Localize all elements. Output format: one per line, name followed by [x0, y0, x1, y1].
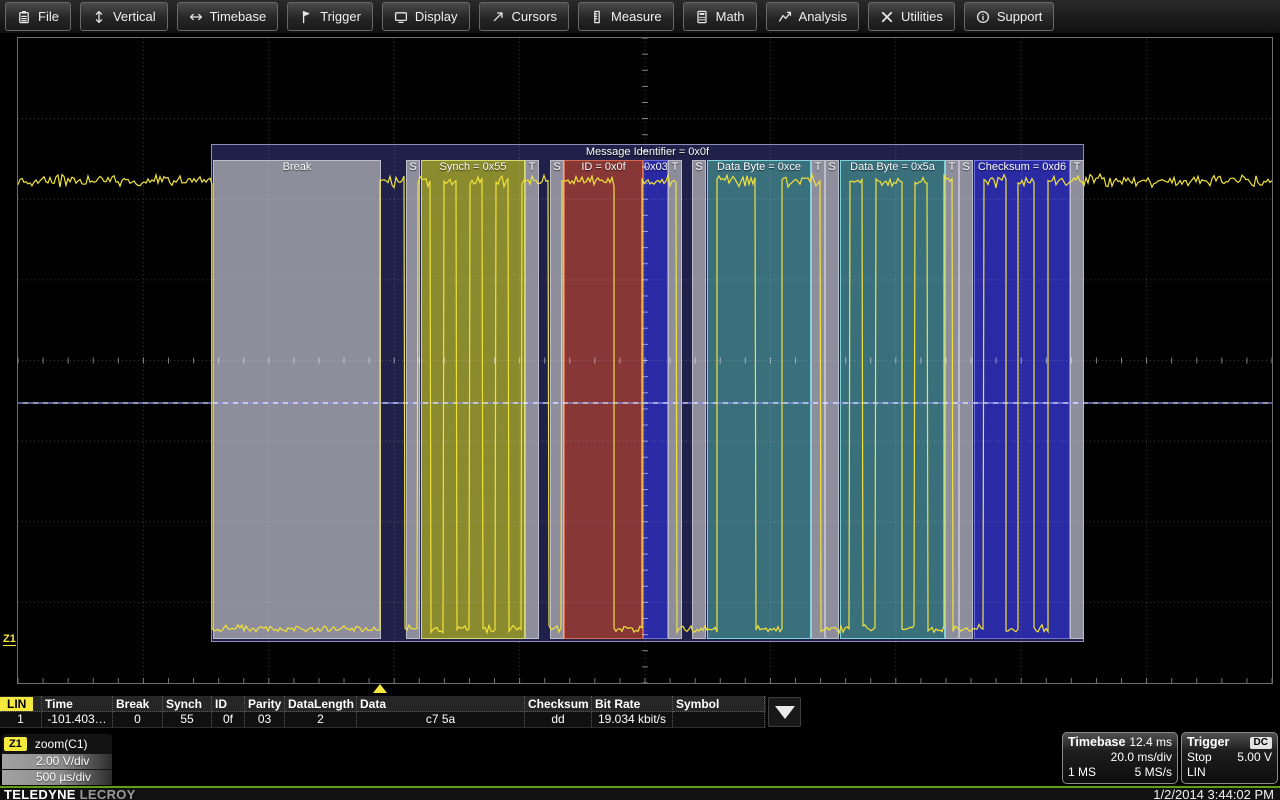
menu-button-label: File: [38, 9, 59, 24]
table-cell: 0: [113, 712, 163, 727]
brand-logo: TELEDYNE LECROY: [4, 787, 136, 800]
timebase-rate: 5 MS/s: [1135, 765, 1172, 780]
menu-button-analysis[interactable]: Analysis: [766, 2, 859, 31]
timebase-samples: 1 MS: [1068, 765, 1096, 780]
table-header-symbol: Symbol: [673, 696, 765, 712]
zoom-time-per-div: 500 µs/div: [2, 770, 112, 785]
decode-table-row[interactable]: 1-101.403…0550f032c7 5add19.034 kbit/s: [0, 712, 766, 728]
table-scroll-down-button[interactable]: [768, 697, 801, 727]
timebase-descriptor[interactable]: Timebase 12.4 ms 20.0 ms/div 1 MS 5 MS/s: [1062, 732, 1178, 784]
menu-button-label: Timebase: [210, 9, 267, 24]
table-header-id: ID: [212, 696, 245, 712]
zoom-trace-grid-label: Z1: [3, 633, 16, 646]
decode-table-header: LIN TimeBreakSynchIDParityDataLengthDataC…: [0, 696, 766, 712]
zoom-trace-title: zoom(C1): [35, 737, 88, 751]
cursors-icon: [491, 10, 505, 24]
zoom-trace-descriptor[interactable]: Z1 zoom(C1) 2.00 V/div 500 µs/div: [2, 734, 112, 784]
waveform-trace: [18, 38, 1272, 683]
table-cell: 55: [163, 712, 212, 727]
table-cell: c7 5a: [357, 712, 525, 727]
datetime-display: 1/2/2014 3:44:02 PM: [1153, 787, 1274, 800]
menu-button-label: Trigger: [320, 9, 361, 24]
vertical-icon: [92, 10, 106, 24]
menu-button-label: Measure: [611, 9, 662, 24]
trigger-source: LIN: [1187, 765, 1206, 780]
oscilloscope-screen: File Vertical Timebase Trigger Display Cursor…: [0, 0, 1280, 800]
menu-button-label: Vertical: [113, 9, 156, 24]
z1-badge: Z1: [4, 737, 27, 751]
trigger-coupling-badge: DC: [1250, 737, 1272, 749]
timebase-title: Timebase: [1068, 735, 1125, 750]
trigger-mode: Stop: [1187, 750, 1212, 765]
table-header-datalength: DataLength: [285, 696, 357, 712]
trigger-level: 5.00 V: [1237, 750, 1272, 765]
table-header-time: Time: [42, 696, 113, 712]
table-cell: 19.034 kbit/s: [592, 712, 673, 727]
menu-button-label: Support: [997, 9, 1043, 24]
table-cell: 0f: [212, 712, 245, 727]
menu-bar: File Vertical Timebase Trigger Display Cursor…: [0, 0, 1280, 34]
utilities-icon: [880, 10, 894, 24]
menu-button-math[interactable]: Math: [683, 2, 757, 31]
waveform-display: Message Identifier = 0x0f BreakSSynch = …: [17, 37, 1273, 684]
table-header-bit-rate: Bit Rate: [592, 696, 673, 712]
menu-button-vertical[interactable]: Vertical: [80, 2, 168, 31]
menu-button-trigger[interactable]: Trigger: [287, 2, 373, 31]
menu-button-support[interactable]: Support: [964, 2, 1055, 31]
menu-button-timebase[interactable]: Timebase: [177, 2, 279, 31]
chevron-down-icon: [775, 706, 795, 719]
menu-button-file[interactable]: File: [5, 2, 71, 31]
table-header-parity: Parity: [245, 696, 285, 712]
table-header-data: Data: [357, 696, 525, 712]
timebase-icon: [189, 10, 203, 24]
trigger-title: Trigger: [1187, 735, 1229, 750]
trigger-descriptor[interactable]: Trigger DC Stop 5.00 V LIN: [1181, 732, 1278, 784]
menu-button-label: Math: [716, 9, 745, 24]
file-icon: [17, 10, 31, 24]
table-header-synch: Synch: [163, 696, 212, 712]
table-cell: 03: [245, 712, 285, 727]
menu-button-cursors[interactable]: Cursors: [479, 2, 570, 31]
lin-protocol-badge: LIN: [0, 697, 33, 712]
menu-button-display[interactable]: Display: [382, 2, 470, 31]
status-bar: TELEDYNE LECROY 1/2/2014 3:44:02 PM: [0, 788, 1280, 800]
lin-decode-table: LIN TimeBreakSynchIDParityDataLengthDataC…: [0, 696, 766, 728]
analysis-icon: [778, 10, 792, 24]
table-cell: -101.403…: [42, 712, 113, 727]
timebase-scale: 20.0 ms/div: [1111, 750, 1172, 765]
table-header-checksum: Checksum: [525, 696, 592, 712]
zoom-volts-per-div: 2.00 V/div: [2, 754, 112, 769]
trigger-icon: [299, 10, 313, 24]
trigger-position-marker[interactable]: [373, 684, 387, 693]
table-cell: dd: [525, 712, 592, 727]
display-icon: [394, 10, 408, 24]
menu-button-label: Utilities: [901, 9, 943, 24]
support-icon: [976, 10, 990, 24]
measure-icon: [590, 10, 604, 24]
table-cell: [673, 712, 765, 727]
table-cell: 1: [0, 712, 42, 727]
menu-button-label: Analysis: [799, 9, 847, 24]
menu-button-utilities[interactable]: Utilities: [868, 2, 955, 31]
table-header-lin: LIN: [0, 696, 42, 712]
menu-button-measure[interactable]: Measure: [578, 2, 674, 31]
timebase-position: 12.4 ms: [1129, 735, 1172, 750]
menu-button-label: Cursors: [512, 9, 558, 24]
math-icon: [695, 10, 709, 24]
table-cell: 2: [285, 712, 357, 727]
menu-button-label: Display: [415, 9, 458, 24]
table-header-break: Break: [113, 696, 163, 712]
